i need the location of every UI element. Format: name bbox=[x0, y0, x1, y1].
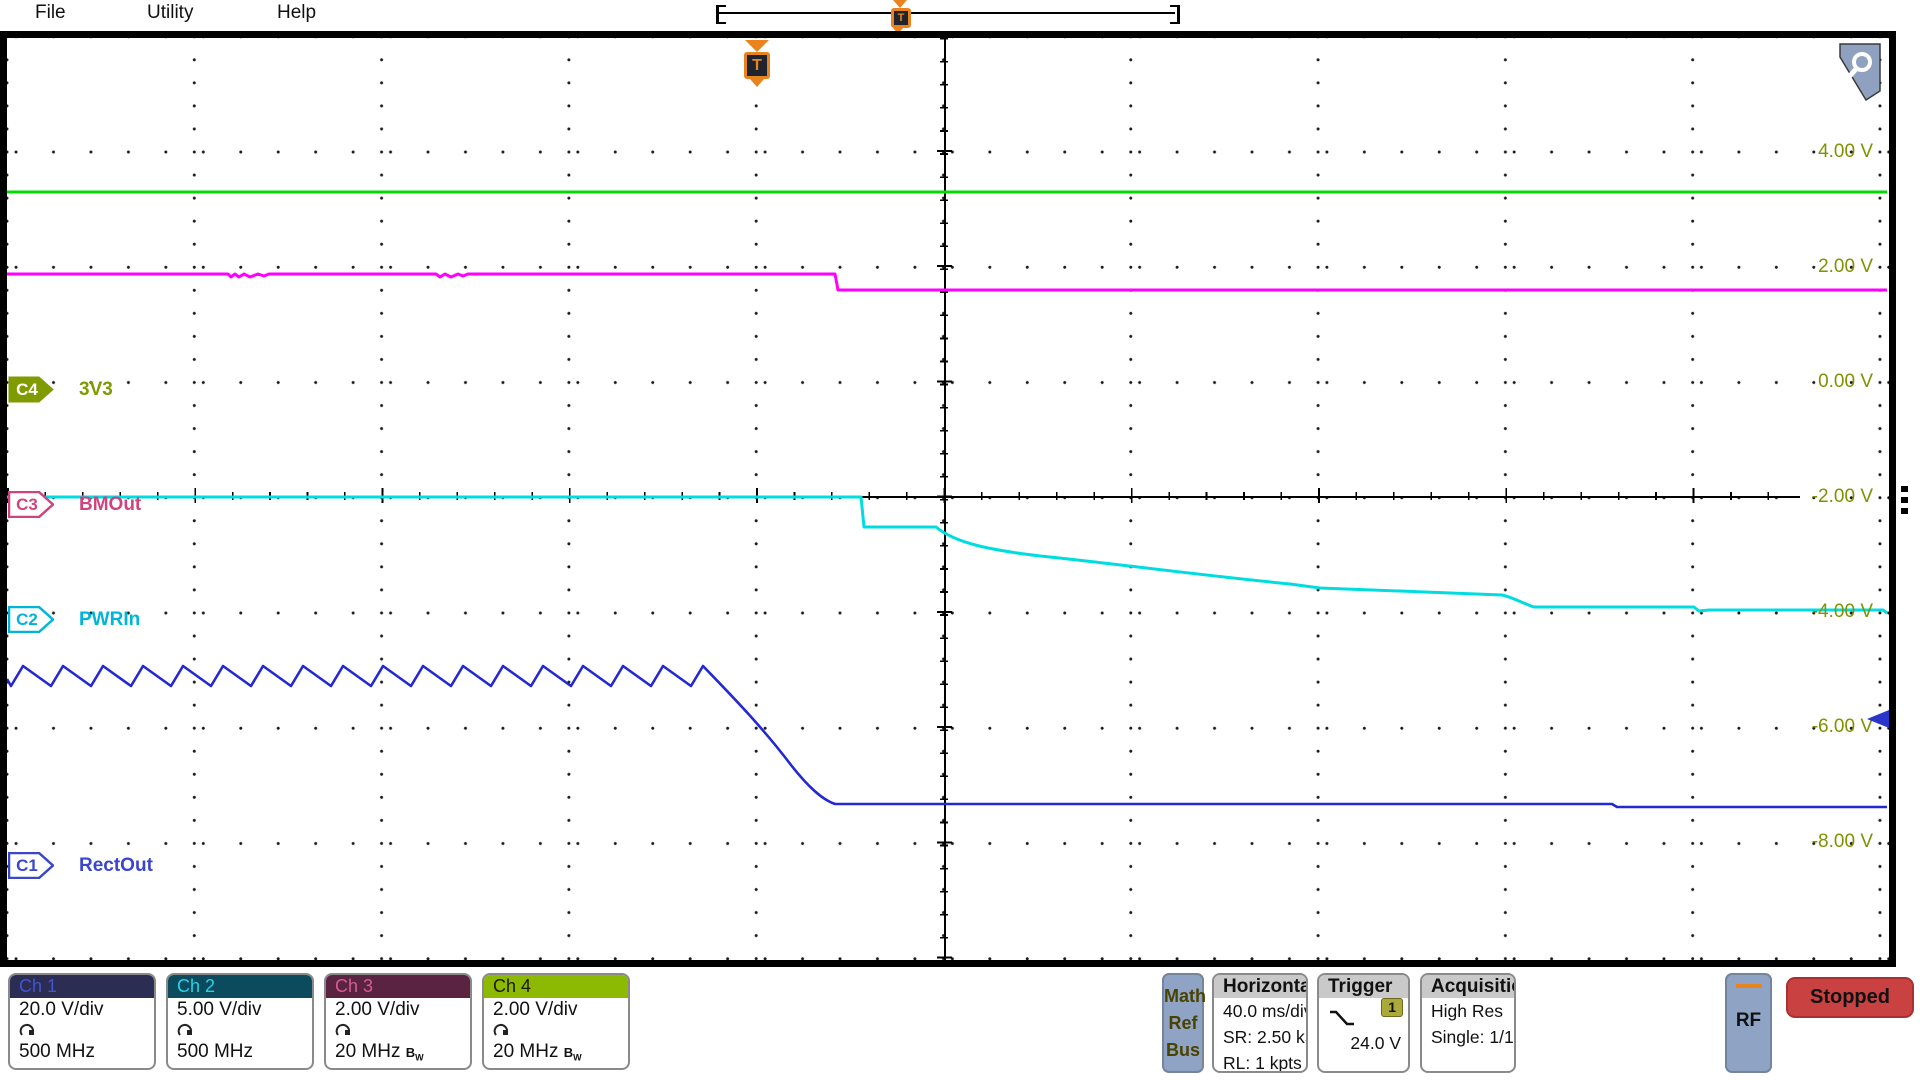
channel-name-pwrin: PWRIn bbox=[79, 607, 140, 633]
ch1-scale: 20.0 V/div bbox=[10, 998, 154, 1022]
scale-label-n4v: -4.00 V bbox=[1783, 601, 1873, 623]
bracket-left-cap bbox=[716, 5, 726, 24]
acquisition-title: Acquisition bbox=[1422, 975, 1514, 998]
horizontal-panel[interactable]: Horizontal 40.0 ms/div SR: 2.50 kS/s RL:… bbox=[1212, 973, 1308, 1073]
acquisition-mode: High Res bbox=[1422, 998, 1514, 1024]
math-ref-bus-button[interactable]: Math Ref Bus bbox=[1162, 973, 1204, 1073]
channel-badge-ch3[interactable]: Ch 3 2.00 V/div 20 MHz BW bbox=[324, 973, 472, 1070]
scale-label-0v: 0.00 V bbox=[1783, 371, 1873, 393]
scale-label-2v: 2.00 V bbox=[1783, 256, 1873, 278]
scale-label-4v: 4.00 V bbox=[1783, 141, 1873, 163]
bracket-line bbox=[718, 12, 1175, 14]
trigger-minimap-triangle-icon bbox=[893, 0, 907, 8]
acquisition-panel[interactable]: Acquisition High Res Single: 1/1 bbox=[1420, 973, 1516, 1073]
horizontal-record-length: RL: 1 kpts bbox=[1214, 1050, 1306, 1073]
rf-label: RF bbox=[1727, 1010, 1770, 1032]
horizontal-sample-rate: SR: 2.50 kS/s bbox=[1214, 1024, 1306, 1050]
probe-icon bbox=[19, 1022, 37, 1037]
trigger-level: 24.0 V bbox=[1350, 1030, 1401, 1056]
scale-label-n8v: -8.00 V bbox=[1783, 831, 1873, 853]
trigger-title: Trigger 1 bbox=[1319, 975, 1408, 998]
rf-trace-color-icon bbox=[1736, 984, 1762, 988]
rf-button[interactable]: RF bbox=[1725, 973, 1772, 1073]
acquisition-single: Single: 1/1 bbox=[1422, 1024, 1514, 1050]
ch2-bandwidth: 500 MHz bbox=[177, 1041, 253, 1062]
ch1-title: Ch 1 bbox=[10, 975, 154, 998]
dot-icon bbox=[1901, 486, 1908, 492]
scale-label-n6v: -6.00 V bbox=[1783, 716, 1873, 738]
trigger-source-badge: 1 bbox=[1381, 998, 1403, 1017]
ch1-bandwidth: 500 MHz bbox=[19, 1041, 95, 1062]
ch3-scale: 2.00 V/div bbox=[326, 998, 470, 1022]
run-stop-status-badge[interactable]: Stopped bbox=[1786, 977, 1914, 1018]
trigger-tail-icon bbox=[750, 79, 764, 87]
channel-marker-c4[interactable]: C4 bbox=[8, 376, 54, 403]
waveform-graticule: 4.00 V 2.00 V 0.00 V -2.00 V -4.00 V -6.… bbox=[0, 31, 1896, 967]
channel-name-3v3: 3V3 bbox=[79, 377, 113, 403]
oscilloscope-screen: File Utility Help T 4.00 V 2 bbox=[0, 0, 1920, 1080]
probe-icon bbox=[493, 1022, 511, 1037]
dot-icon bbox=[1901, 508, 1908, 514]
channel-badge-ch1[interactable]: Ch 1 20.0 V/div 500 MHz bbox=[8, 973, 156, 1070]
trace-c2-pwrin bbox=[7, 497, 1887, 613]
menu-utility[interactable]: Utility bbox=[147, 2, 193, 24]
channel-marker-c3[interactable]: C3 bbox=[8, 491, 54, 518]
scale-label-n2v: -2.00 V bbox=[1783, 486, 1873, 508]
bandwidth-limit-icon: BW bbox=[564, 1045, 582, 1060]
bracket-right-cap bbox=[1170, 5, 1180, 24]
ch2-title: Ch 2 bbox=[168, 975, 312, 998]
probe-icon bbox=[335, 1022, 353, 1037]
probe-icon bbox=[177, 1022, 195, 1037]
channel-badge-ch2[interactable]: Ch 2 5.00 V/div 500 MHz bbox=[166, 973, 314, 1070]
horizontal-scale: 40.0 ms/div bbox=[1214, 998, 1306, 1024]
waveform-canvas bbox=[7, 38, 1889, 960]
channel-name-rectout: RectOut bbox=[79, 853, 153, 879]
ch2-scale: 5.00 V/div bbox=[168, 998, 312, 1022]
trigger-level-arrow-icon[interactable] bbox=[1867, 710, 1889, 728]
channel-badge-ch4[interactable]: Ch 4 2.00 V/div 20 MHz BW bbox=[482, 973, 630, 1070]
horizontal-title: Horizontal bbox=[1214, 975, 1306, 998]
menu-help[interactable]: Help bbox=[277, 2, 316, 24]
menu-file[interactable]: File bbox=[35, 2, 66, 24]
trace-c3-bmout bbox=[7, 274, 1887, 290]
trigger-position-minimap-marker[interactable]: T bbox=[891, 0, 911, 34]
trace-c1-rectout bbox=[7, 666, 1887, 807]
trigger-panel[interactable]: Trigger 1 24.0 V bbox=[1317, 973, 1410, 1073]
channel-marker-c2[interactable]: C2 bbox=[8, 606, 54, 633]
dot-icon bbox=[1901, 497, 1908, 503]
trigger-triangle-icon bbox=[745, 40, 769, 52]
channel-name-bmout: BMOut bbox=[79, 492, 141, 518]
ch3-title: Ch 3 bbox=[326, 975, 470, 998]
channel-marker-c1[interactable]: C1 bbox=[8, 852, 54, 879]
falling-edge-icon bbox=[1328, 1008, 1356, 1028]
zoom-corner-icon[interactable] bbox=[1839, 43, 1883, 101]
trigger-minimap-t-icon: T bbox=[891, 8, 911, 28]
trigger-t-badge: T bbox=[744, 52, 770, 79]
ch4-bandwidth: 20 MHz bbox=[493, 1041, 558, 1062]
trigger-position-marker[interactable]: T bbox=[745, 40, 770, 87]
ch3-bandwidth: 20 MHz bbox=[335, 1041, 400, 1062]
ch4-title: Ch 4 bbox=[484, 975, 628, 998]
bandwidth-limit-icon: BW bbox=[406, 1045, 424, 1060]
ch4-scale: 2.00 V/div bbox=[484, 998, 628, 1022]
